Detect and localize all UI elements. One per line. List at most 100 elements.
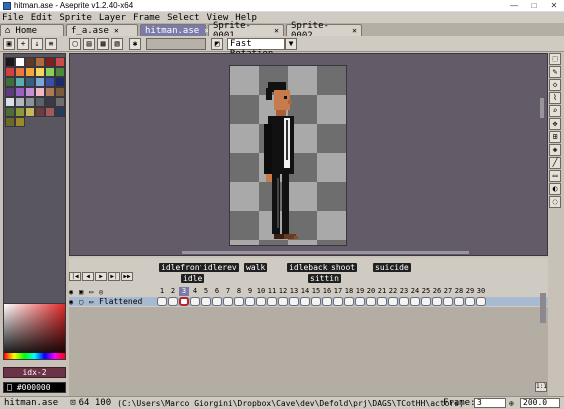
frame-number[interactable]: 4 (190, 287, 200, 296)
palette-swatch[interactable] (5, 77, 15, 87)
marquee-tool-icon[interactable]: ⬚ (549, 53, 561, 65)
frame-number[interactable]: 5 (201, 287, 211, 296)
zoom-input[interactable]: 200.0 (520, 398, 560, 408)
timeline-cel[interactable] (465, 297, 475, 306)
tag-idlefront[interactable]: idlefront (159, 263, 207, 272)
frame-number[interactable]: 13 (289, 287, 299, 296)
zoom-tool-icon[interactable]: ⌕ (549, 105, 561, 117)
frame-number[interactable]: 19 (355, 287, 365, 296)
layer-lock-icon[interactable]: ▢ (79, 298, 89, 306)
palette-swatch[interactable] (5, 97, 15, 107)
timeline-cel[interactable] (168, 297, 178, 306)
paste-icon[interactable]: ▤ (83, 38, 95, 50)
frame-number[interactable]: 12 (278, 287, 288, 296)
eye-icon[interactable]: ◉ (69, 288, 79, 296)
menu-edit[interactable]: Edit (29, 13, 55, 23)
palette-swatch[interactable] (25, 97, 35, 107)
timeline-cel[interactable] (212, 297, 222, 306)
tab-sprite-0001[interactable]: Sprite-0001 ✕ (208, 21, 284, 41)
frame-number[interactable]: 14 (300, 287, 310, 296)
timeline-cel[interactable] (223, 297, 233, 306)
palette-swatch[interactable] (25, 57, 35, 67)
frame-number[interactable]: 11 (267, 287, 277, 296)
timeline-cel[interactable] (421, 297, 431, 306)
timeline-cel[interactable] (234, 297, 244, 306)
palette-swatch[interactable] (15, 117, 25, 127)
palette-swatch[interactable] (45, 97, 55, 107)
rectangle-tool-icon[interactable]: ▭ (549, 170, 561, 182)
palette-swatch[interactable] (35, 87, 45, 97)
palette-swatch[interactable] (15, 67, 25, 77)
palette-swatch[interactable] (55, 57, 65, 67)
timeline-cel[interactable] (256, 297, 266, 306)
timeline-cel[interactable] (377, 297, 387, 306)
palette-swatch[interactable] (35, 97, 45, 107)
previous-frame-icon[interactable]: ◀ (82, 272, 94, 281)
frame-number[interactable]: 16 (322, 287, 332, 296)
sort-icon[interactable]: ↓ (31, 38, 43, 50)
palette-swatch[interactable] (5, 67, 15, 77)
color-spectrum[interactable] (3, 303, 66, 360)
palette-swatch[interactable] (35, 57, 45, 67)
palette-options-icon[interactable]: ≡ (45, 38, 57, 50)
frame-number[interactable]: 15 (311, 287, 321, 296)
palette-swatch[interactable] (45, 57, 55, 67)
palette-swatch[interactable] (5, 117, 15, 127)
palette-swatch[interactable] (35, 107, 45, 117)
timeline-cel[interactable] (179, 297, 189, 306)
continuous-icon[interactable]: ▭ (89, 288, 99, 296)
rotation-algorithm-select[interactable]: Fast Rotation (227, 38, 285, 59)
line-tool-icon[interactable]: ╱ (549, 157, 561, 169)
palette-swatch[interactable] (15, 77, 25, 87)
pencil-tool-icon[interactable]: ✎ (549, 66, 561, 78)
tag-shoot[interactable]: shoot (329, 263, 358, 272)
timeline-cel[interactable] (245, 297, 255, 306)
paint-bucket-icon[interactable]: ◈ (549, 144, 561, 156)
slice-tool-icon[interactable]: ⊞ (549, 131, 561, 143)
padlock-icon[interactable]: ▣ (79, 288, 89, 296)
timeline-cel[interactable] (399, 297, 409, 306)
tag-idlerev[interactable]: idlerev (201, 263, 239, 272)
palette-swatch[interactable] (25, 107, 35, 117)
palette-swatch[interactable] (25, 67, 35, 77)
pivot-icon[interactable]: ✱ (129, 38, 141, 50)
palette-swatch[interactable] (55, 77, 65, 87)
eraser-tool-icon[interactable]: ◇ (549, 79, 561, 91)
frame-number[interactable]: 6 (212, 287, 222, 296)
next-frame-icon[interactable]: ▶| (108, 272, 120, 281)
last-frame-icon[interactable]: ▶▶ (121, 272, 133, 281)
palette-swatch[interactable] (5, 87, 15, 97)
tag-idleback[interactable]: idleback (287, 263, 330, 272)
frame-number[interactable]: 8 (234, 287, 244, 296)
contour-tool-icon[interactable]: ◐ (549, 183, 561, 195)
layer-continuous-icon[interactable]: ▭ (89, 298, 99, 306)
frame-number[interactable]: 10 (256, 287, 266, 296)
hue-bar[interactable] (4, 353, 65, 359)
layer-visible-icon[interactable]: ◉ (69, 298, 79, 306)
timeline-cel[interactable] (366, 297, 376, 306)
palette-swatch[interactable] (35, 77, 45, 87)
frame-number[interactable]: 29 (465, 287, 475, 296)
menu-layer[interactable]: Layer (97, 13, 128, 23)
frame-number[interactable]: 7 (223, 287, 233, 296)
timeline-cel[interactable] (432, 297, 442, 306)
timeline-cel[interactable] (289, 297, 299, 306)
timeline-scrollbar[interactable] (540, 293, 546, 323)
zoom-icon[interactable]: ⊕ (509, 399, 514, 408)
frame-number[interactable]: 25 (421, 287, 431, 296)
frame-number[interactable]: 22 (388, 287, 398, 296)
timeline-cel[interactable] (201, 297, 211, 306)
palette-swatch[interactable] (15, 57, 25, 67)
timeline-cel[interactable] (344, 297, 354, 306)
palette-swatch[interactable] (45, 67, 55, 77)
timeline-cel[interactable] (333, 297, 343, 306)
color-index-field[interactable]: idx-2 (3, 367, 66, 378)
palette-swatch[interactable] (55, 67, 65, 77)
sprite-canvas[interactable] (229, 65, 347, 246)
frame-number[interactable]: 2 (168, 287, 178, 296)
palette-swatch[interactable] (25, 87, 35, 97)
timeline-cel[interactable] (388, 297, 398, 306)
palette-swatch[interactable] (45, 77, 55, 87)
color-hex-field[interactable]: #000000 (3, 382, 66, 393)
tab-hitman[interactable]: hitman.ase ✕ (140, 24, 209, 36)
